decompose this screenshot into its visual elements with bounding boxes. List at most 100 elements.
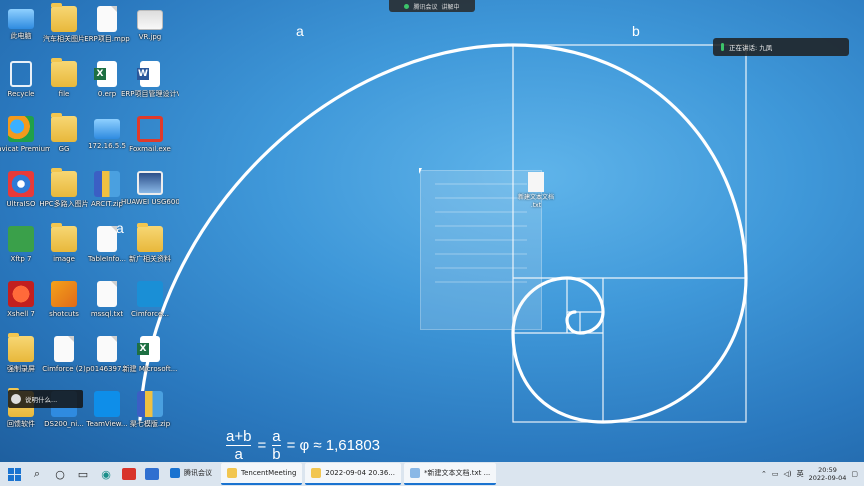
mouse-cursor-icon (419, 168, 422, 174)
taskbar: ⌕ ○ ▭ ◉ 腾讯会议 TencentMeeting 2022-09-04 20.… (0, 462, 864, 486)
taskbar-app-button[interactable]: TencentMeeting (221, 463, 303, 485)
fraction-left: a+b a (226, 427, 252, 462)
ime-indicator[interactable]: 英 (797, 469, 804, 479)
clock-date: 2022-09-04 (808, 474, 847, 482)
doc-icon (97, 336, 117, 362)
clock-time: 20:59 (818, 466, 837, 474)
taskbar-app-list: 腾讯会议 TencentMeeting 2022-09-04 20.36... *新建… (161, 463, 497, 485)
desktop-icon-label: Foxmail.exe (129, 145, 171, 153)
phi-value: = φ ≈ 1,61803 (286, 436, 381, 454)
recycle-icon (10, 61, 32, 87)
xshell-icon (8, 281, 34, 307)
image-icon (137, 171, 163, 195)
archive-icon (94, 171, 120, 197)
microphone-icon (721, 43, 724, 51)
desktop-icon[interactable]: 新建 Microsoft... (121, 336, 179, 374)
desktop-icon[interactable]: ERP项目管理设计V1.0... (121, 61, 179, 99)
desktop-icon-label: 新建 Microsoft... (122, 365, 178, 373)
desktop-icon[interactable]: Cimforce... (121, 281, 179, 319)
meeting-status-bar[interactable]: 腾讯会议 讲解中 (389, 0, 475, 12)
menu-line (435, 183, 527, 185)
new-text-file-icon[interactable]: 新建文本文档 .txt (518, 172, 554, 210)
fraction-mid-num: a (272, 427, 281, 445)
doc-icon (97, 6, 117, 32)
doc-icon (97, 281, 117, 307)
pc-icon (8, 9, 34, 29)
chat-popup[interactable]: 说明什么... (8, 390, 83, 408)
desktop-icon[interactable]: Foxmail.exe (121, 116, 179, 154)
volume-icon[interactable]: ◁) (783, 470, 791, 478)
taskbar-app-label: 腾讯会议 (184, 469, 212, 477)
app-red-icon[interactable] (120, 465, 138, 483)
menu-line (435, 225, 527, 227)
image-icon (137, 10, 163, 30)
search-icon[interactable]: ⌕ (28, 465, 46, 483)
tray-overflow-icon[interactable]: ⌃ (761, 470, 767, 478)
taskbar-app-button[interactable]: 腾讯会议 (164, 463, 218, 483)
doc-icon (54, 336, 74, 362)
meeting-app-label: 腾讯会议 (413, 3, 438, 11)
desktop-icon[interactable]: HUAWEI USG6000... (121, 171, 179, 207)
system-tray: ⌃ ▭ ◁) 英 20:59 2022-09-04 ▢ (761, 462, 864, 486)
fraction-left-num: a+b (226, 427, 252, 445)
taskbar-app-button[interactable]: 2022-09-04 20.36... (305, 463, 402, 485)
start-button[interactable] (5, 465, 23, 483)
label-a: a (296, 23, 304, 39)
notification-icon[interactable]: ▢ (851, 470, 858, 478)
mic-indicator-icon (404, 3, 410, 9)
desktop-icon-label: 新广相关资料 (129, 255, 171, 263)
menu-line (435, 197, 527, 199)
taskbar-app-label: *新建文本文档.txt ... (424, 469, 491, 477)
clock[interactable]: 20:59 2022-09-04 (809, 466, 847, 482)
folder-icon (51, 113, 77, 142)
desktop-icon-label: HUAWEI USG6000... (121, 198, 179, 206)
speaker-indicator[interactable]: 正在讲话: 九凤 (713, 38, 849, 56)
cortana-icon[interactable]: ○ (51, 465, 69, 483)
folder-icon (51, 58, 77, 87)
app-icon (311, 468, 322, 478)
doc-icon (528, 172, 544, 192)
tool-icon (51, 281, 77, 307)
desktop-icon-label: 渠七模版.zip (129, 420, 171, 428)
desktop-icon[interactable]: VR.jpg (121, 6, 179, 42)
app-blue-icon[interactable] (143, 465, 161, 483)
taskbar-app-button[interactable]: *新建文本文档.txt ... (404, 463, 497, 485)
windows-logo-icon (7, 467, 21, 481)
taskbar-app-label: 2022-09-04 20.36... (325, 469, 396, 477)
menu-line (435, 281, 527, 283)
pc-icon (94, 119, 120, 139)
menu-line (435, 211, 527, 213)
archive-icon (137, 391, 163, 417)
desktop-icon-label: VR.jpg (138, 33, 162, 41)
network-icon[interactable]: ▭ (772, 470, 779, 478)
chat-bubble-icon (11, 394, 21, 404)
teamviewer-icon (94, 391, 120, 417)
label-b: b (632, 23, 640, 39)
folder-icon (51, 3, 77, 32)
task-view-icon[interactable]: ▭ (74, 465, 92, 483)
fraction-mid-den: b (272, 445, 281, 462)
cimforce-icon (137, 281, 163, 307)
app-icon (170, 468, 180, 478)
desktop-icon[interactable]: 渠七模版.zip (121, 391, 179, 429)
meeting-state-label: 讲解中 (441, 3, 460, 11)
fraction-left-den: a (234, 445, 243, 462)
desktop-icon[interactable]: 新广相关资料 (121, 223, 179, 264)
desktop-icon-label: Cimforce... (131, 310, 169, 318)
folder-icon (137, 223, 163, 252)
ultraiso-icon (8, 171, 34, 197)
new-text-file-label: 新建文本文档 .txt (518, 194, 555, 209)
golden-ratio-formula: a+b a = a b = φ ≈ 1,61803 (226, 426, 380, 462)
fraction-mid: a b (272, 427, 281, 462)
menu-line (435, 267, 527, 269)
xftp-icon (8, 226, 34, 252)
desktop: a b a a+b a = a b = φ ≈ 1,61803 此电脑 汽车相关图… (0, 0, 864, 462)
folder-icon (51, 168, 77, 197)
word-icon (137, 61, 160, 87)
app-icon (410, 468, 421, 478)
edge-icon[interactable]: ◉ (97, 465, 115, 483)
chat-popup-text: 说明什么... (25, 396, 58, 404)
navicat-icon (8, 116, 34, 142)
speaker-text: 正在讲话: 九凤 (729, 44, 773, 52)
excel-icon (137, 336, 160, 362)
